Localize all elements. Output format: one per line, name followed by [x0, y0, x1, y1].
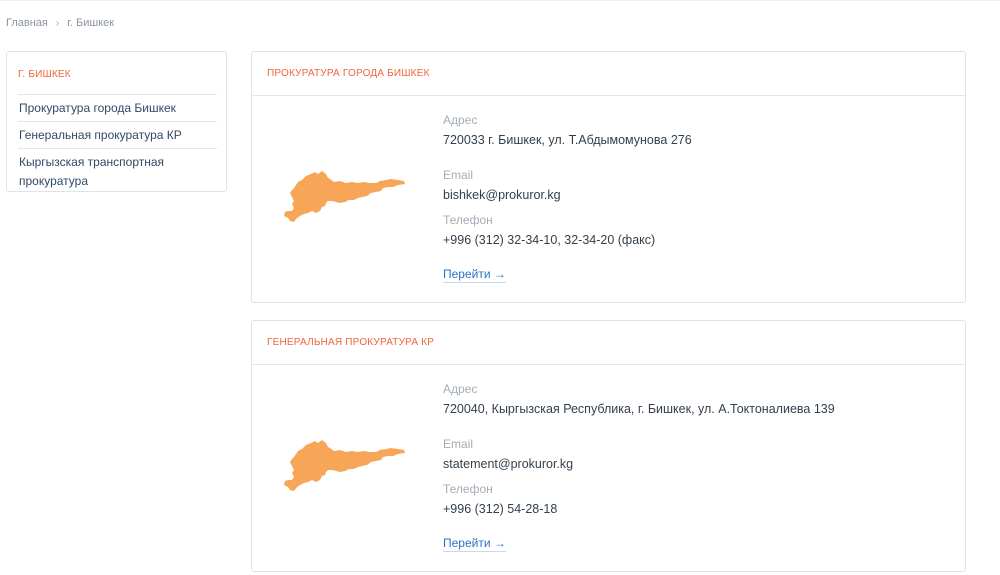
address-label: Адрес	[443, 382, 478, 396]
sidebar: Г. БИШКЕК Прокуратура города Бишкек Гене…	[6, 51, 227, 192]
kyrgyzstan-map-icon	[284, 171, 405, 222]
contact-info: Адрес 720033 г. Бишкек, ул. Т.Абдымомуно…	[443, 113, 943, 283]
card-title: ПРОКУРАТУРА ГОРОДА БИШКЕК	[252, 52, 965, 96]
office-card: ПРОКУРАТУРА ГОРОДА БИШКЕК Адрес 720033 г…	[251, 51, 966, 303]
email-value[interactable]: statement@prokuror.kg	[443, 456, 943, 473]
sidebar-list: Прокуратура города Бишкек Генеральная пр…	[18, 94, 217, 194]
office-card: ГЕНЕРАЛЬНАЯ ПРОКУРАТУРА КР Адрес 720040,…	[251, 320, 966, 572]
breadcrumb-current: г. Бишкек	[67, 17, 115, 29]
email-label: Email	[443, 168, 474, 182]
breadcrumb: Главная › г. Бишкек	[6, 17, 114, 29]
phone-value[interactable]: +996 (312) 32-34-10, 32-34-20 (факс)	[443, 232, 943, 249]
sidebar-item-general-prosecutor[interactable]: Генеральная прокуратура КР	[18, 121, 217, 148]
phone-label: Телефон	[443, 482, 493, 496]
address-value: 720040, Кыргызская Республика, г. Бишкек…	[443, 402, 835, 416]
email-value[interactable]: bishkek@prokuror.kg	[443, 187, 943, 204]
kyrgyzstan-map-icon	[284, 440, 405, 491]
phone-label: Телефон	[443, 213, 493, 227]
phone-value[interactable]: +996 (312) 54-28-18	[443, 501, 943, 518]
breadcrumb-home-link[interactable]: Главная	[6, 17, 48, 29]
sidebar-item-transport-prosecutor[interactable]: Кыргызская транспортная прокуратура	[18, 148, 217, 194]
contact-info: Адрес 720040, Кыргызская Республика, г. …	[443, 382, 943, 552]
top-divider	[0, 0, 1000, 1]
chevron-right-icon: ›	[55, 17, 60, 29]
card-body: Адрес 720033 г. Бишкек, ул. Т.Абдымомуно…	[252, 96, 965, 302]
card-body: Адрес 720040, Кыргызская Республика, г. …	[252, 365, 965, 571]
address-label: Адрес	[443, 113, 478, 127]
sidebar-item-bishkek-prosecutor[interactable]: Прокуратура города Бишкек	[18, 94, 217, 121]
address-value: 720033 г. Бишкек, ул. Т.Абдымомунова 276	[443, 133, 692, 147]
sidebar-title: Г. БИШКЕК	[18, 69, 71, 80]
go-link[interactable]: Перейти →	[443, 267, 506, 283]
go-link[interactable]: Перейти →	[443, 536, 506, 552]
card-title: ГЕНЕРАЛЬНАЯ ПРОКУРАТУРА КР	[252, 321, 965, 365]
email-label: Email	[443, 437, 474, 451]
